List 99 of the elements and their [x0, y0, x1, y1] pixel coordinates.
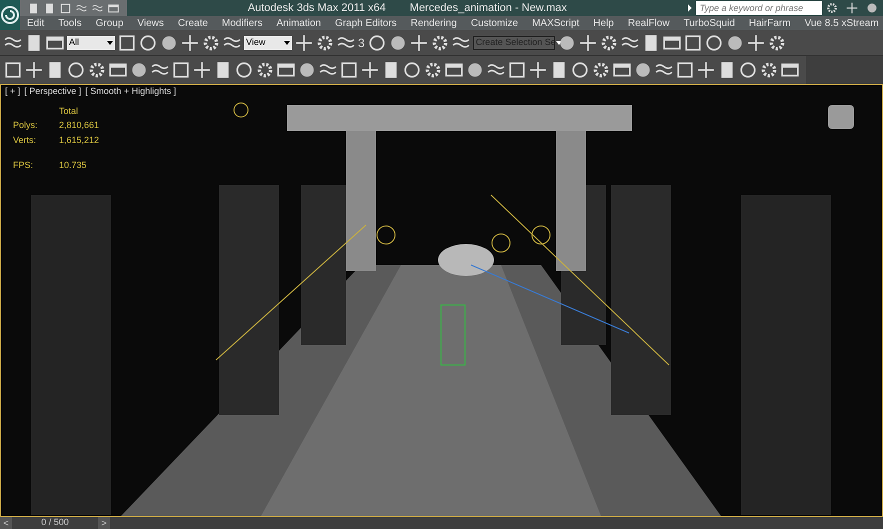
previous-frame-button[interactable]: <: [0, 517, 12, 529]
circle-icon[interactable]: [139, 34, 157, 52]
circle-icon[interactable]: [67, 61, 85, 79]
window-icon[interactable]: [613, 61, 631, 79]
gear-icon[interactable]: [592, 61, 610, 79]
cross-arrows-icon[interactable]: [697, 61, 715, 79]
stats-value: 1,615,212: [59, 134, 100, 146]
gear-icon[interactable]: [316, 34, 334, 52]
window-icon[interactable]: [662, 34, 681, 52]
square-icon[interactable]: [508, 61, 526, 79]
window-icon[interactable]: [108, 2, 119, 14]
snap-label[interactable]: 3: [358, 34, 365, 52]
cross-arrows-icon[interactable]: [410, 34, 428, 52]
menu-item[interactable]: RealFlow: [620, 16, 677, 30]
stats-label: Verts:: [13, 134, 38, 146]
square-icon[interactable]: [676, 61, 694, 79]
menu-item[interactable]: Create: [170, 16, 215, 30]
gear-icon[interactable]: [768, 34, 786, 52]
menu-item[interactable]: Help: [586, 16, 621, 30]
circle-icon[interactable]: [739, 61, 757, 79]
window-icon[interactable]: [781, 61, 799, 79]
circle-icon[interactable]: [368, 34, 386, 52]
caret-icon: [284, 40, 290, 44]
circle-icon[interactable]: [571, 61, 589, 79]
viewport-label[interactable]: [ Perspective ]: [24, 85, 82, 98]
sphere-icon[interactable]: [866, 2, 878, 14]
selection-filter-dropdown[interactable]: All: [67, 36, 115, 50]
viewport-label[interactable]: [ Smooth + Highlights ]: [85, 85, 176, 98]
cross-arrows-icon[interactable]: [578, 34, 597, 52]
sphere-icon[interactable]: [160, 34, 178, 52]
sphere-icon[interactable]: [388, 34, 407, 52]
square-icon[interactable]: [684, 34, 702, 52]
gear-icon[interactable]: [600, 34, 618, 52]
menu-item[interactable]: Rendering: [404, 16, 464, 30]
gear-icon[interactable]: [202, 34, 220, 52]
window-title: Autodesk 3ds Max 2011 x64: [248, 0, 386, 16]
square-icon[interactable]: [172, 61, 190, 79]
viewport-label[interactable]: [ + ]: [5, 85, 20, 98]
circle-icon[interactable]: [235, 61, 253, 79]
square-icon[interactable]: [4, 61, 22, 79]
fps-value: 10.735: [59, 159, 88, 172]
menu-item[interactable]: Views: [130, 16, 171, 30]
window-icon[interactable]: [109, 61, 127, 79]
sphere-icon[interactable]: [298, 61, 316, 79]
menu-item[interactable]: Animation: [269, 16, 328, 30]
cross-arrows-icon[interactable]: [181, 34, 199, 52]
window-icon[interactable]: [46, 34, 64, 52]
stats-heading: Total: [59, 104, 80, 118]
circle-icon[interactable]: [403, 61, 421, 79]
document-name: Mercedes_animation - New.max: [410, 0, 567, 16]
cross-arrows-icon[interactable]: [746, 34, 765, 52]
sphere-icon[interactable]: [130, 61, 148, 79]
sphere-icon[interactable]: [558, 34, 576, 52]
viewport[interactable]: [ + ] [ Perspective ] [ Smooth + Highlights ] Total Polys: 2,810,661 Verts: 1,615,212 FPS: 10.735: [0, 84, 883, 517]
menu-item[interactable]: Modifiers: [214, 16, 270, 30]
gear-icon[interactable]: [760, 61, 778, 79]
menu-item[interactable]: Tools: [51, 16, 89, 30]
menu-item[interactable]: Group: [88, 16, 130, 30]
menu-item[interactable]: Edit: [20, 16, 52, 30]
menu-item[interactable]: HairFarm: [742, 16, 798, 30]
gear-icon[interactable]: [826, 2, 838, 14]
cross-arrows-icon[interactable]: [361, 61, 379, 79]
square-icon[interactable]: [340, 61, 358, 79]
cross-arrows-icon[interactable]: [529, 61, 547, 79]
app-logo-icon[interactable]: [0, 0, 20, 30]
page-icon[interactable]: [44, 2, 55, 14]
gear-icon[interactable]: [88, 61, 106, 79]
gear-icon[interactable]: [430, 34, 449, 52]
window-icon[interactable]: [445, 61, 463, 79]
menu-item[interactable]: Graph Editors: [328, 16, 404, 30]
circle-icon[interactable]: [704, 34, 723, 52]
page-icon[interactable]: [28, 2, 39, 14]
menu-item[interactable]: Vue 8.5 xStream: [798, 16, 883, 30]
stats-value: 2,810,661: [59, 119, 100, 132]
gear-icon[interactable]: [424, 61, 442, 79]
stats-label: Polys:: [13, 119, 39, 132]
cross-arrows-icon[interactable]: [295, 34, 313, 52]
gear-icon[interactable]: [256, 61, 274, 79]
square-icon[interactable]: [118, 34, 136, 52]
search-field[interactable]: Type a keyword or phrase: [696, 1, 822, 15]
next-frame-button[interactable]: >: [98, 517, 110, 529]
coordinate-dropdown[interactable]: View: [244, 36, 292, 50]
cross-arrows-icon[interactable]: [25, 61, 43, 79]
waves-icon[interactable]: [92, 2, 103, 14]
fps-label: FPS:: [13, 159, 34, 172]
caret-icon: [107, 40, 113, 44]
square-icon[interactable]: [60, 2, 71, 14]
waves-icon[interactable]: [76, 2, 87, 14]
frame-counter: 0 / 500: [40, 516, 70, 529]
sphere-icon[interactable]: [466, 61, 484, 79]
menu-item[interactable]: TurboSquid: [676, 16, 742, 30]
menu-item[interactable]: MAXScript: [525, 16, 586, 30]
sphere-icon[interactable]: [726, 34, 744, 52]
window-icon[interactable]: [277, 61, 295, 79]
cross-arrows-icon[interactable]: [193, 61, 211, 79]
viewcube-icon[interactable]: [828, 105, 854, 129]
cross-arrows-icon[interactable]: [846, 2, 858, 14]
sphere-icon[interactable]: [634, 61, 652, 79]
menu-item[interactable]: Customize: [464, 16, 526, 30]
